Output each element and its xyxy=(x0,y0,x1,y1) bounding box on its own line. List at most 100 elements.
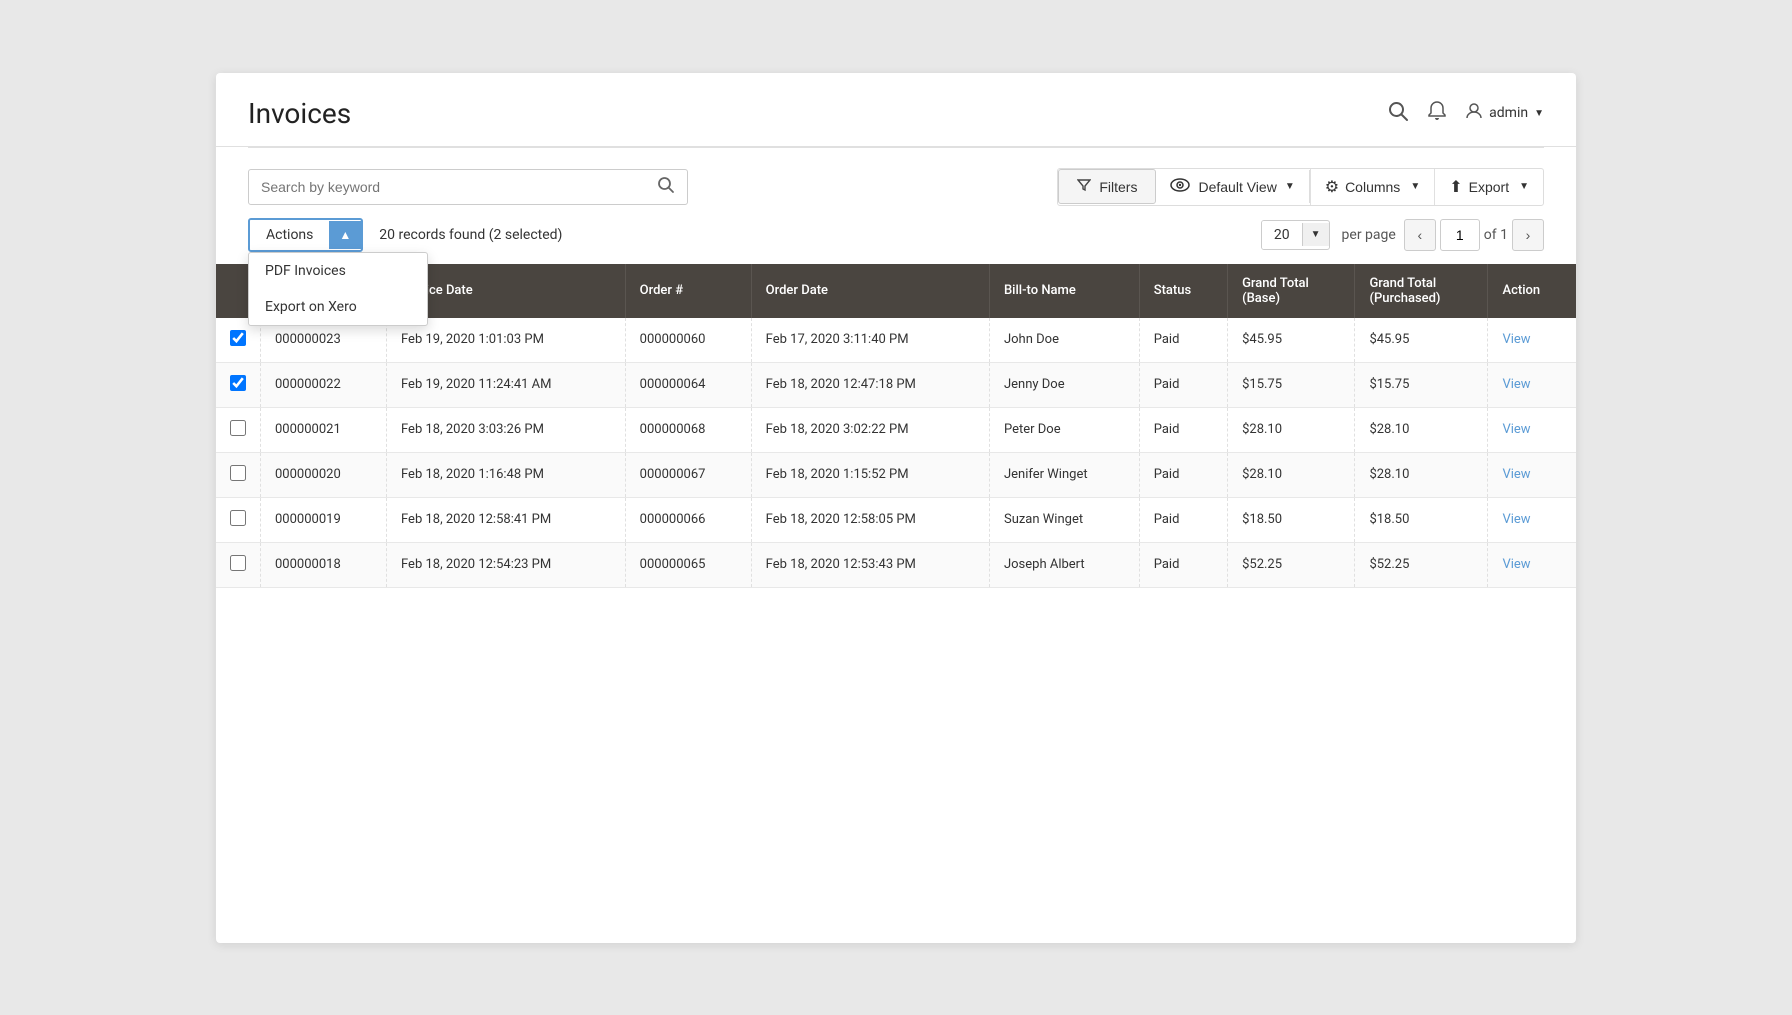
export-button[interactable]: ⬆ Export ▼ xyxy=(1434,169,1543,205)
row-order-date: Feb 17, 2020 3:11:40 PM xyxy=(751,318,989,363)
col-order-date: Order Date xyxy=(751,264,989,318)
col-grand-total-purchased: Grand Total(Purchased) xyxy=(1355,264,1488,318)
columns-chevron-icon: ▼ xyxy=(1410,181,1420,192)
row-order-date: Feb 18, 2020 12:47:18 PM xyxy=(751,362,989,407)
per-page-arrow-icon[interactable]: ▼ xyxy=(1302,223,1329,246)
table-row: 000000021 Feb 18, 2020 3:03:26 PM 000000… xyxy=(216,407,1576,452)
pdf-invoices-item[interactable]: PDF Invoices xyxy=(249,253,427,289)
per-page-label: per page xyxy=(1342,227,1396,243)
row-invoice-number: 000000022 xyxy=(261,362,387,407)
row-grand-total-purchased: $28.10 xyxy=(1355,452,1488,497)
view-link[interactable]: View xyxy=(1502,512,1530,527)
row-order-number: 000000067 xyxy=(625,452,751,497)
search-input[interactable] xyxy=(261,179,657,195)
row-action[interactable]: View xyxy=(1488,542,1576,587)
actions-label: Actions xyxy=(250,220,329,250)
view-chevron-icon: ▼ xyxy=(1285,181,1295,192)
page-title: Invoices xyxy=(248,97,351,130)
row-order-date: Feb 18, 2020 12:53:43 PM xyxy=(751,542,989,587)
row-status: Paid xyxy=(1139,542,1227,587)
row-invoice-date: Feb 18, 2020 3:03:26 PM xyxy=(387,407,626,452)
view-link[interactable]: View xyxy=(1502,557,1530,572)
row-order-number: 000000066 xyxy=(625,497,751,542)
row-bill-to-name: Jenny Doe xyxy=(989,362,1139,407)
columns-label: Columns xyxy=(1345,179,1400,195)
admin-chevron-icon: ▼ xyxy=(1534,108,1544,119)
row-invoice-date: Feb 18, 2020 1:16:48 PM xyxy=(387,452,626,497)
table-row: 000000020 Feb 18, 2020 1:16:48 PM 000000… xyxy=(216,452,1576,497)
row-checkbox[interactable] xyxy=(230,375,246,391)
page-navigation: ‹ of 1 › xyxy=(1404,219,1544,251)
actions-menu: PDF Invoices Export on Xero xyxy=(248,252,428,326)
pagination: 20 ▼ per page ‹ of 1 › xyxy=(1261,219,1544,251)
row-checkbox-cell[interactable] xyxy=(216,362,261,407)
col-action: Action xyxy=(1488,264,1576,318)
filters-button[interactable]: Filters xyxy=(1058,169,1156,204)
row-action[interactable]: View xyxy=(1488,318,1576,363)
page-input[interactable] xyxy=(1440,219,1480,251)
view-link[interactable]: View xyxy=(1502,332,1530,347)
row-invoice-number: 000000020 xyxy=(261,452,387,497)
search-box[interactable] xyxy=(248,169,688,205)
per-page-select[interactable]: 20 ▼ xyxy=(1261,220,1330,250)
admin-menu[interactable]: admin ▼ xyxy=(1465,102,1544,124)
col-status: Status xyxy=(1139,264,1227,318)
col-grand-total-base: Grand Total(Base) xyxy=(1228,264,1355,318)
row-order-date: Feb 18, 2020 3:02:22 PM xyxy=(751,407,989,452)
export-label: Export xyxy=(1469,179,1509,195)
row-checkbox-cell[interactable] xyxy=(216,542,261,587)
row-action[interactable]: View xyxy=(1488,407,1576,452)
row-checkbox[interactable] xyxy=(230,330,246,346)
columns-button[interactable]: ⚙ Columns ▼ xyxy=(1310,169,1435,205)
row-checkbox-cell[interactable] xyxy=(216,497,261,542)
row-invoice-number: 000000021 xyxy=(261,407,387,452)
notification-icon[interactable] xyxy=(1427,100,1447,127)
row-action[interactable]: View xyxy=(1488,452,1576,497)
row-status: Paid xyxy=(1139,452,1227,497)
row-invoice-date: Feb 18, 2020 12:54:23 PM xyxy=(387,542,626,587)
row-checkbox[interactable] xyxy=(230,420,246,436)
row-bill-to-name: John Doe xyxy=(989,318,1139,363)
prev-page-button[interactable]: ‹ xyxy=(1404,219,1436,251)
row-grand-total-purchased: $52.25 xyxy=(1355,542,1488,587)
row-action[interactable]: View xyxy=(1488,362,1576,407)
row-grand-total-base: $45.95 xyxy=(1228,318,1355,363)
eye-icon xyxy=(1170,178,1190,195)
table-row: 000000018 Feb 18, 2020 12:54:23 PM 00000… xyxy=(216,542,1576,587)
row-checkbox[interactable] xyxy=(230,555,246,571)
actions-dropdown[interactable]: Actions ▲ PDF Invoices Export on Xero xyxy=(248,218,363,252)
row-status: Paid xyxy=(1139,362,1227,407)
export-chevron-icon: ▼ xyxy=(1519,181,1529,192)
row-checkbox[interactable] xyxy=(230,510,246,526)
actions-button[interactable]: Actions ▲ xyxy=(248,218,363,252)
row-checkbox[interactable] xyxy=(230,465,246,481)
view-link[interactable]: View xyxy=(1502,422,1530,437)
row-status: Paid xyxy=(1139,318,1227,363)
admin-label: admin xyxy=(1489,105,1528,121)
row-grand-total-purchased: $28.10 xyxy=(1355,407,1488,452)
table-body: 000000023 Feb 19, 2020 1:01:03 PM 000000… xyxy=(216,318,1576,588)
next-page-button[interactable]: › xyxy=(1512,219,1544,251)
main-container: Invoices xyxy=(216,73,1576,943)
row-action[interactable]: View xyxy=(1488,497,1576,542)
row-checkbox-cell[interactable] xyxy=(216,407,261,452)
search-submit-icon[interactable] xyxy=(657,176,675,198)
row-bill-to-name: Jenifer Winget xyxy=(989,452,1139,497)
records-info: 20 records found (2 selected) xyxy=(379,227,562,243)
row-checkbox-cell[interactable] xyxy=(216,452,261,497)
user-icon xyxy=(1465,102,1483,124)
row-status: Paid xyxy=(1139,497,1227,542)
filter-icon xyxy=(1077,178,1091,195)
view-link[interactable]: View xyxy=(1502,377,1530,392)
toolbar: Filters Default View ▼ ⚙ Columns ▼ xyxy=(216,148,1576,206)
per-page-value: 20 xyxy=(1262,221,1302,249)
default-view-button[interactable]: Default View ▼ xyxy=(1156,170,1309,203)
row-bill-to-name: Suzan Winget xyxy=(989,497,1139,542)
filters-label: Filters xyxy=(1099,179,1137,195)
row-order-number: 000000065 xyxy=(625,542,751,587)
export-xero-item[interactable]: Export on Xero xyxy=(249,289,427,325)
search-icon[interactable] xyxy=(1387,100,1409,127)
view-link[interactable]: View xyxy=(1502,467,1530,482)
row-grand-total-base: $28.10 xyxy=(1228,407,1355,452)
actions-caret-icon[interactable]: ▲ xyxy=(329,221,361,249)
